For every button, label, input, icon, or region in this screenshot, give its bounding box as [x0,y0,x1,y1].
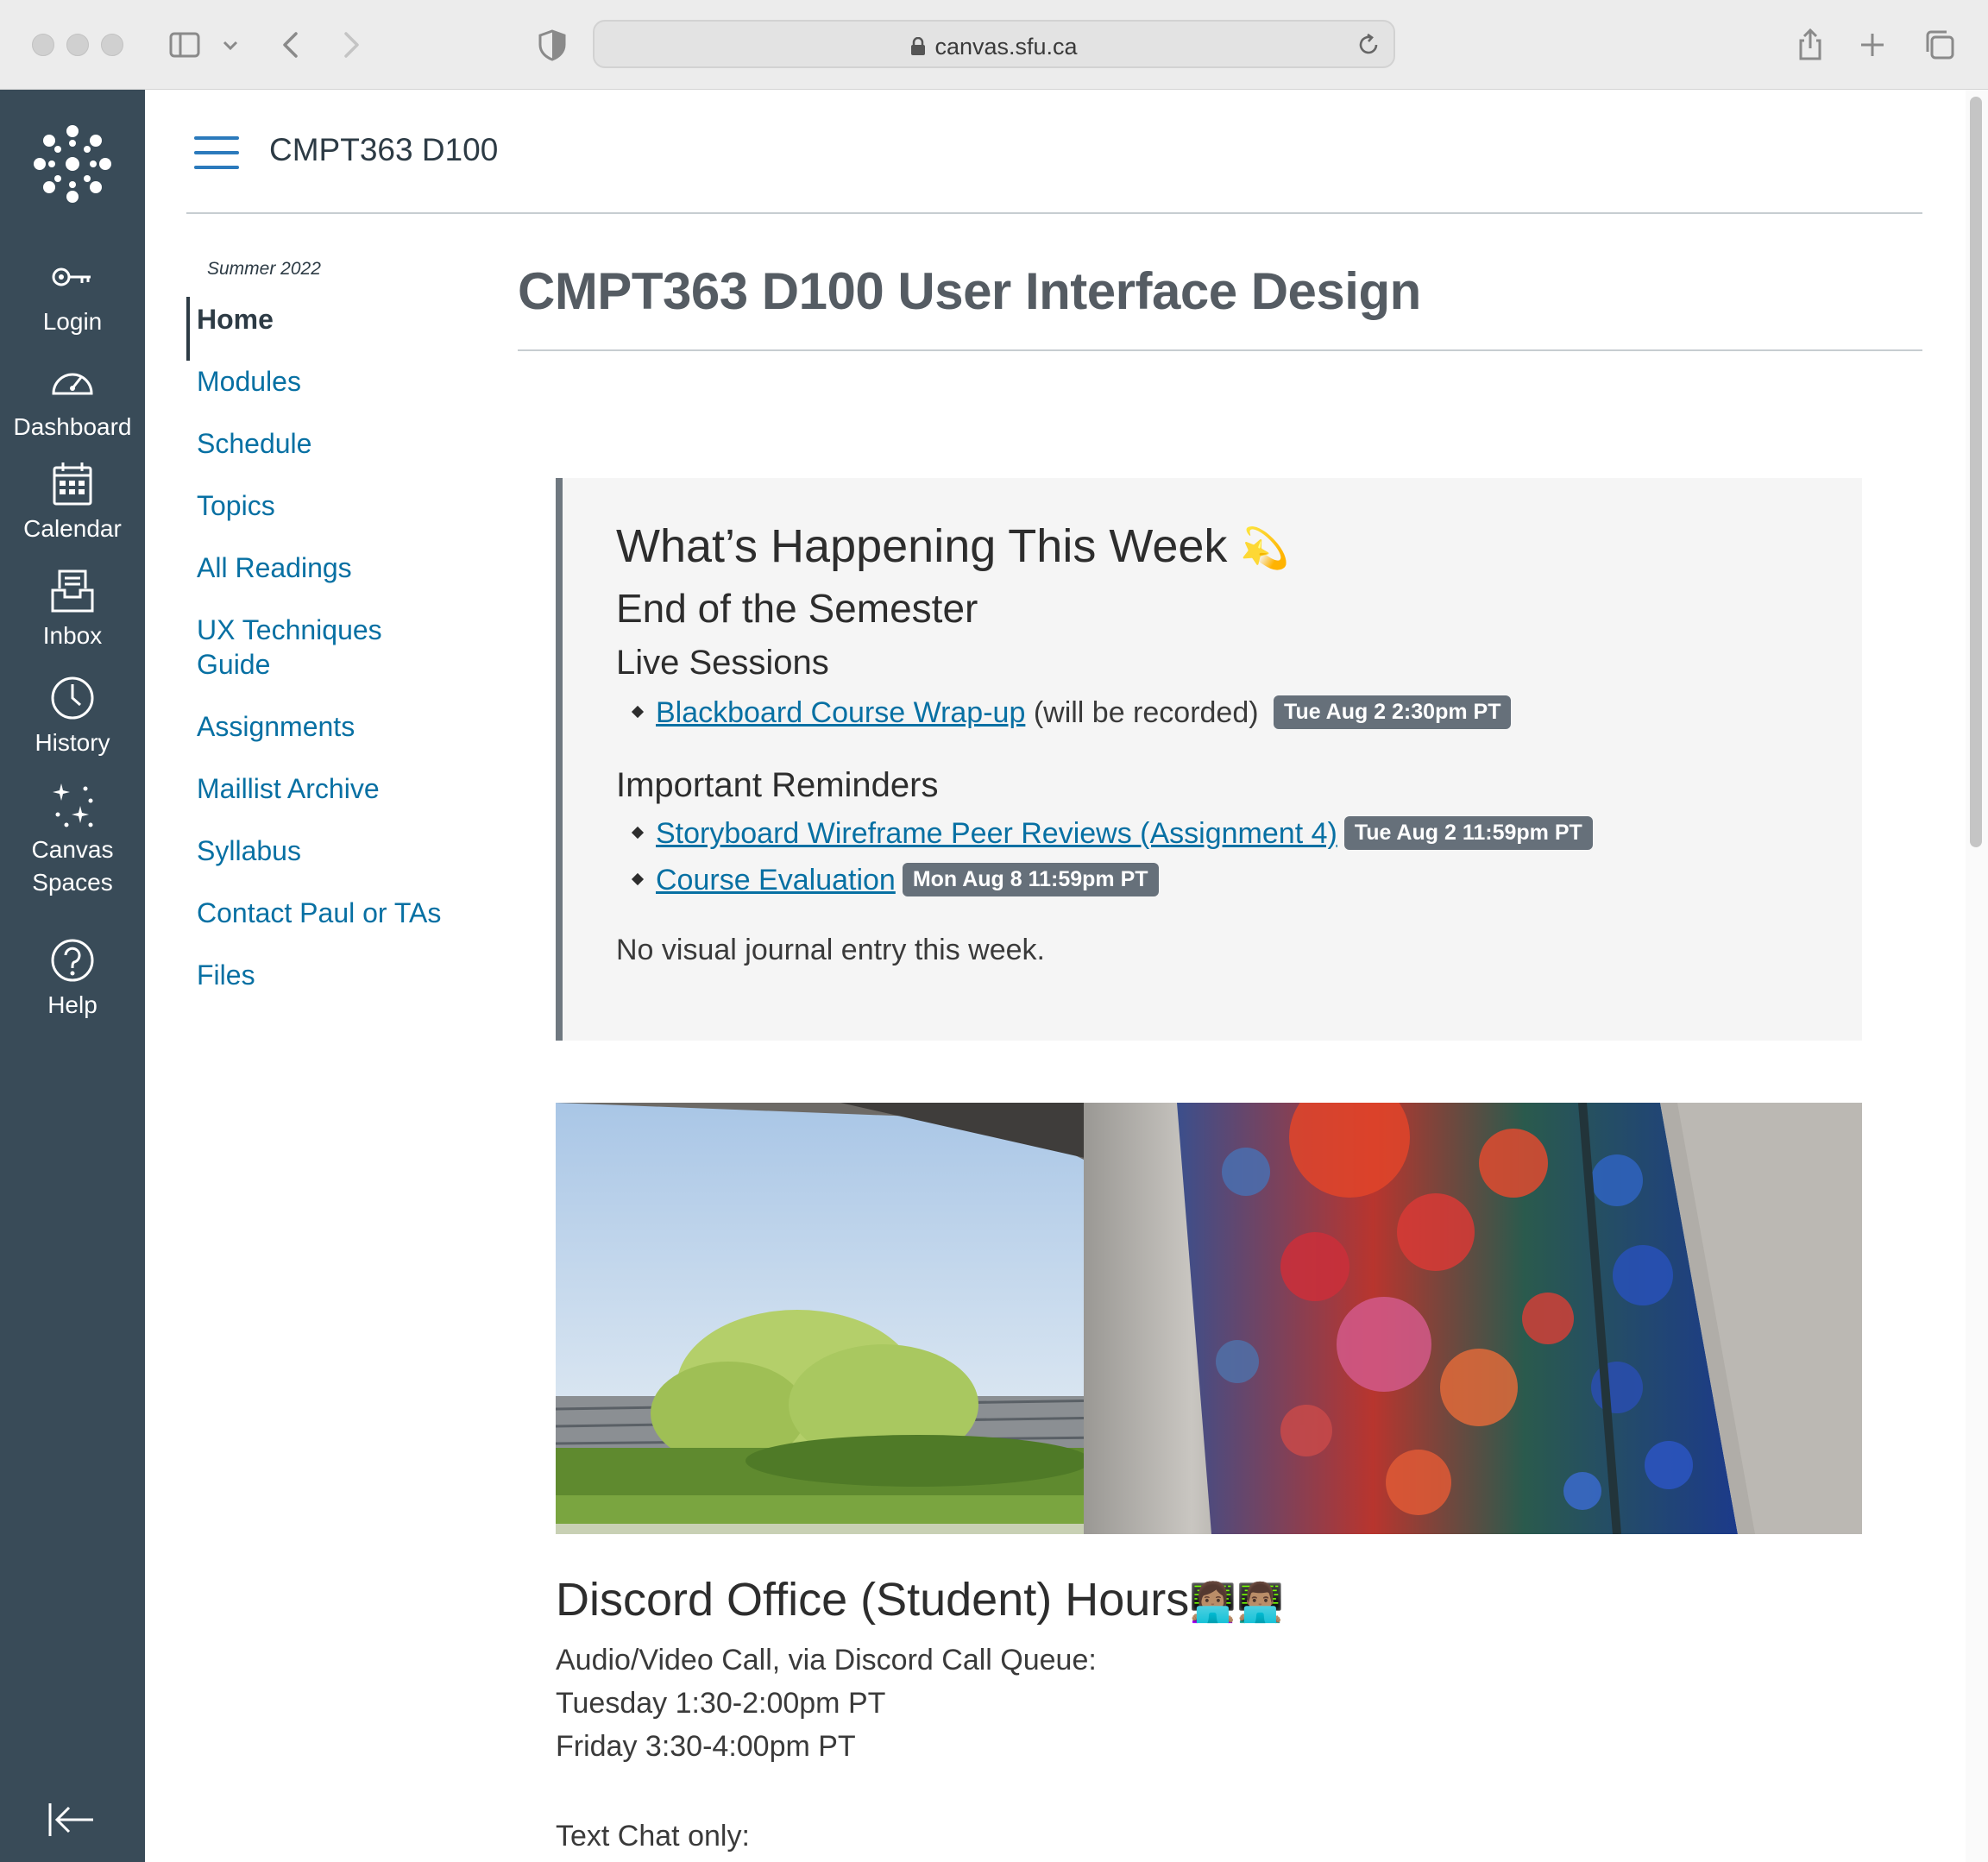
course-nav-maillist-archive[interactable]: Maillist Archive [186,771,471,806]
breadcrumb-course-code[interactable]: CMPT363 D100 [269,132,498,168]
reminders-heading: Important Reminders [616,766,939,804]
discord-line: Text Chat only: [556,1820,750,1853]
dashboard-gauge-icon [47,357,98,407]
blackboard-wrapup-link[interactable]: Blackboard Course Wrap-up [656,696,1025,729]
list-item: Blackboard Course Wrap-up (will be recor… [631,695,1512,730]
course-nav-assignments[interactable]: Assignments [186,709,471,744]
discord-line: Tuesday 1:30-2:00pm PT [556,1687,886,1720]
discord-line: Audio/Video Call, via Discord Call Queue… [556,1644,1097,1676]
course-nav-contact[interactable]: Contact Paul or TAs [186,896,471,930]
reload-icon[interactable] [1356,32,1381,58]
address-bar[interactable]: canvas.sfu.ca [593,20,1395,68]
collapse-nav-icon[interactable] [45,1798,98,1841]
global-nav-label: Canvas [31,836,114,863]
course-nav-modules[interactable]: Modules [186,364,471,399]
technologist-emoji: 👩🏽‍💻👨🏽‍💻 [1189,1581,1284,1625]
tab-overview-icon[interactable] [1921,26,1959,64]
back-icon[interactable] [273,26,311,64]
window-close-button[interactable] [32,34,54,56]
due-date-badge: Tue Aug 2 2:30pm PT [1274,695,1512,729]
help-icon [47,935,98,985]
scrollbar-thumb[interactable] [1970,97,1982,847]
course-navigation: Home Modules Schedule Topics All Reading… [186,297,471,1020]
lock-icon [911,37,926,55]
course-nav-topics[interactable]: Topics [186,488,471,523]
course-nav-files[interactable]: Files [186,958,471,992]
course-nav-label: UX Techniques [197,614,382,645]
sparkles-icon [47,780,98,830]
course-nav-syllabus[interactable]: Syllabus [186,833,471,868]
this-week-callout: What’s Happening This Week 💫 End of the … [556,478,1862,1041]
course-evaluation-link[interactable]: Course Evaluation [656,864,896,896]
global-nav-label: Spaces [32,869,113,896]
course-nav-schedule[interactable]: Schedule [186,426,471,461]
chevron-down-icon[interactable] [217,26,243,64]
dizzy-star-emoji: 💫 [1240,525,1290,571]
page-title: CMPT363 D100 User Interface Design [518,262,1421,320]
sidebar-toggle-icon[interactable] [166,26,204,64]
list-item: Storyboard Wireframe Peer Reviews (Assig… [631,816,1593,851]
inbox-icon [47,566,98,616]
canvas-logo-icon[interactable] [33,124,112,204]
global-nav-label: Login [42,308,103,335]
course-nav-all-readings[interactable]: All Readings [186,550,471,585]
window-zoom-button[interactable] [101,34,123,56]
privacy-shield-icon[interactable] [533,26,571,64]
course-nav-ux-techniques-guide[interactable]: UX Techniques Guide [186,613,471,682]
this-week-heading: What’s Happening This Week 💫 [616,519,1290,573]
window-minimize-button[interactable] [66,34,89,56]
discord-line: Friday 3:30-4:00pm PT [556,1730,856,1763]
this-week-heading-text: What’s Happening This Week [616,520,1228,572]
url-text: canvas.sfu.ca [934,34,1078,60]
due-date-badge: Tue Aug 2 11:59pm PT [1343,816,1593,850]
bullet [631,705,645,719]
share-icon[interactable] [1791,26,1829,64]
global-nav-inbox[interactable]: Inbox [0,566,145,652]
browser-toolbar: canvas.sfu.ca [0,0,1988,90]
global-nav-history[interactable]: History [0,673,145,759]
semester-subheading: End of the Semester [616,586,978,631]
due-date-badge: Mon Aug 8 11:59pm PT [902,863,1159,896]
global-nav-label: Inbox [42,622,103,649]
global-nav-help[interactable]: Help [0,935,145,1022]
discord-hours-heading: Discord Office (Student) Hours👩🏽‍💻👨🏽‍💻 [556,1573,1284,1626]
course-menu-toggle[interactable] [194,136,239,169]
clock-icon [47,673,98,723]
course-nav-home[interactable]: Home [186,297,471,361]
course-term: Summer 2022 [207,259,321,279]
bullet [631,826,645,840]
global-nav-label: Help [47,991,98,1018]
header-divider [186,212,1922,214]
forward-icon[interactable] [331,26,369,64]
discord-hours-heading-text: Discord Office (Student) Hours [556,1574,1190,1626]
global-nav-label: Dashboard [13,413,132,440]
calendar-icon [47,459,98,509]
course-nav-label: Guide [197,649,271,680]
global-nav-calendar[interactable]: Calendar [0,459,145,545]
global-nav-login[interactable]: Login [0,252,145,338]
bullet [631,872,645,886]
peer-reviews-link[interactable]: Storyboard Wireframe Peer Reviews (Assig… [656,817,1337,850]
journal-note: No visual journal entry this week. [616,934,1046,966]
live-sessions-heading: Live Sessions [616,644,829,682]
global-nav-dashboard[interactable]: Dashboard [0,357,145,443]
campus-mosaic-photo [556,1103,1862,1534]
global-nav-canvas-spaces[interactable]: Canvas Spaces [0,780,145,899]
recorded-note: (will be recorded) [1033,696,1259,729]
global-nav-label: Calendar [23,515,122,542]
list-item: Course Evaluation Mon Aug 8 11:59pm PT [631,863,1159,897]
title-divider [518,349,1922,351]
key-icon [47,252,98,302]
global-nav-label: History [35,729,110,756]
new-tab-icon[interactable] [1853,26,1891,64]
global-navigation: Login Dashboard Calendar Inbox History C… [0,90,145,1862]
